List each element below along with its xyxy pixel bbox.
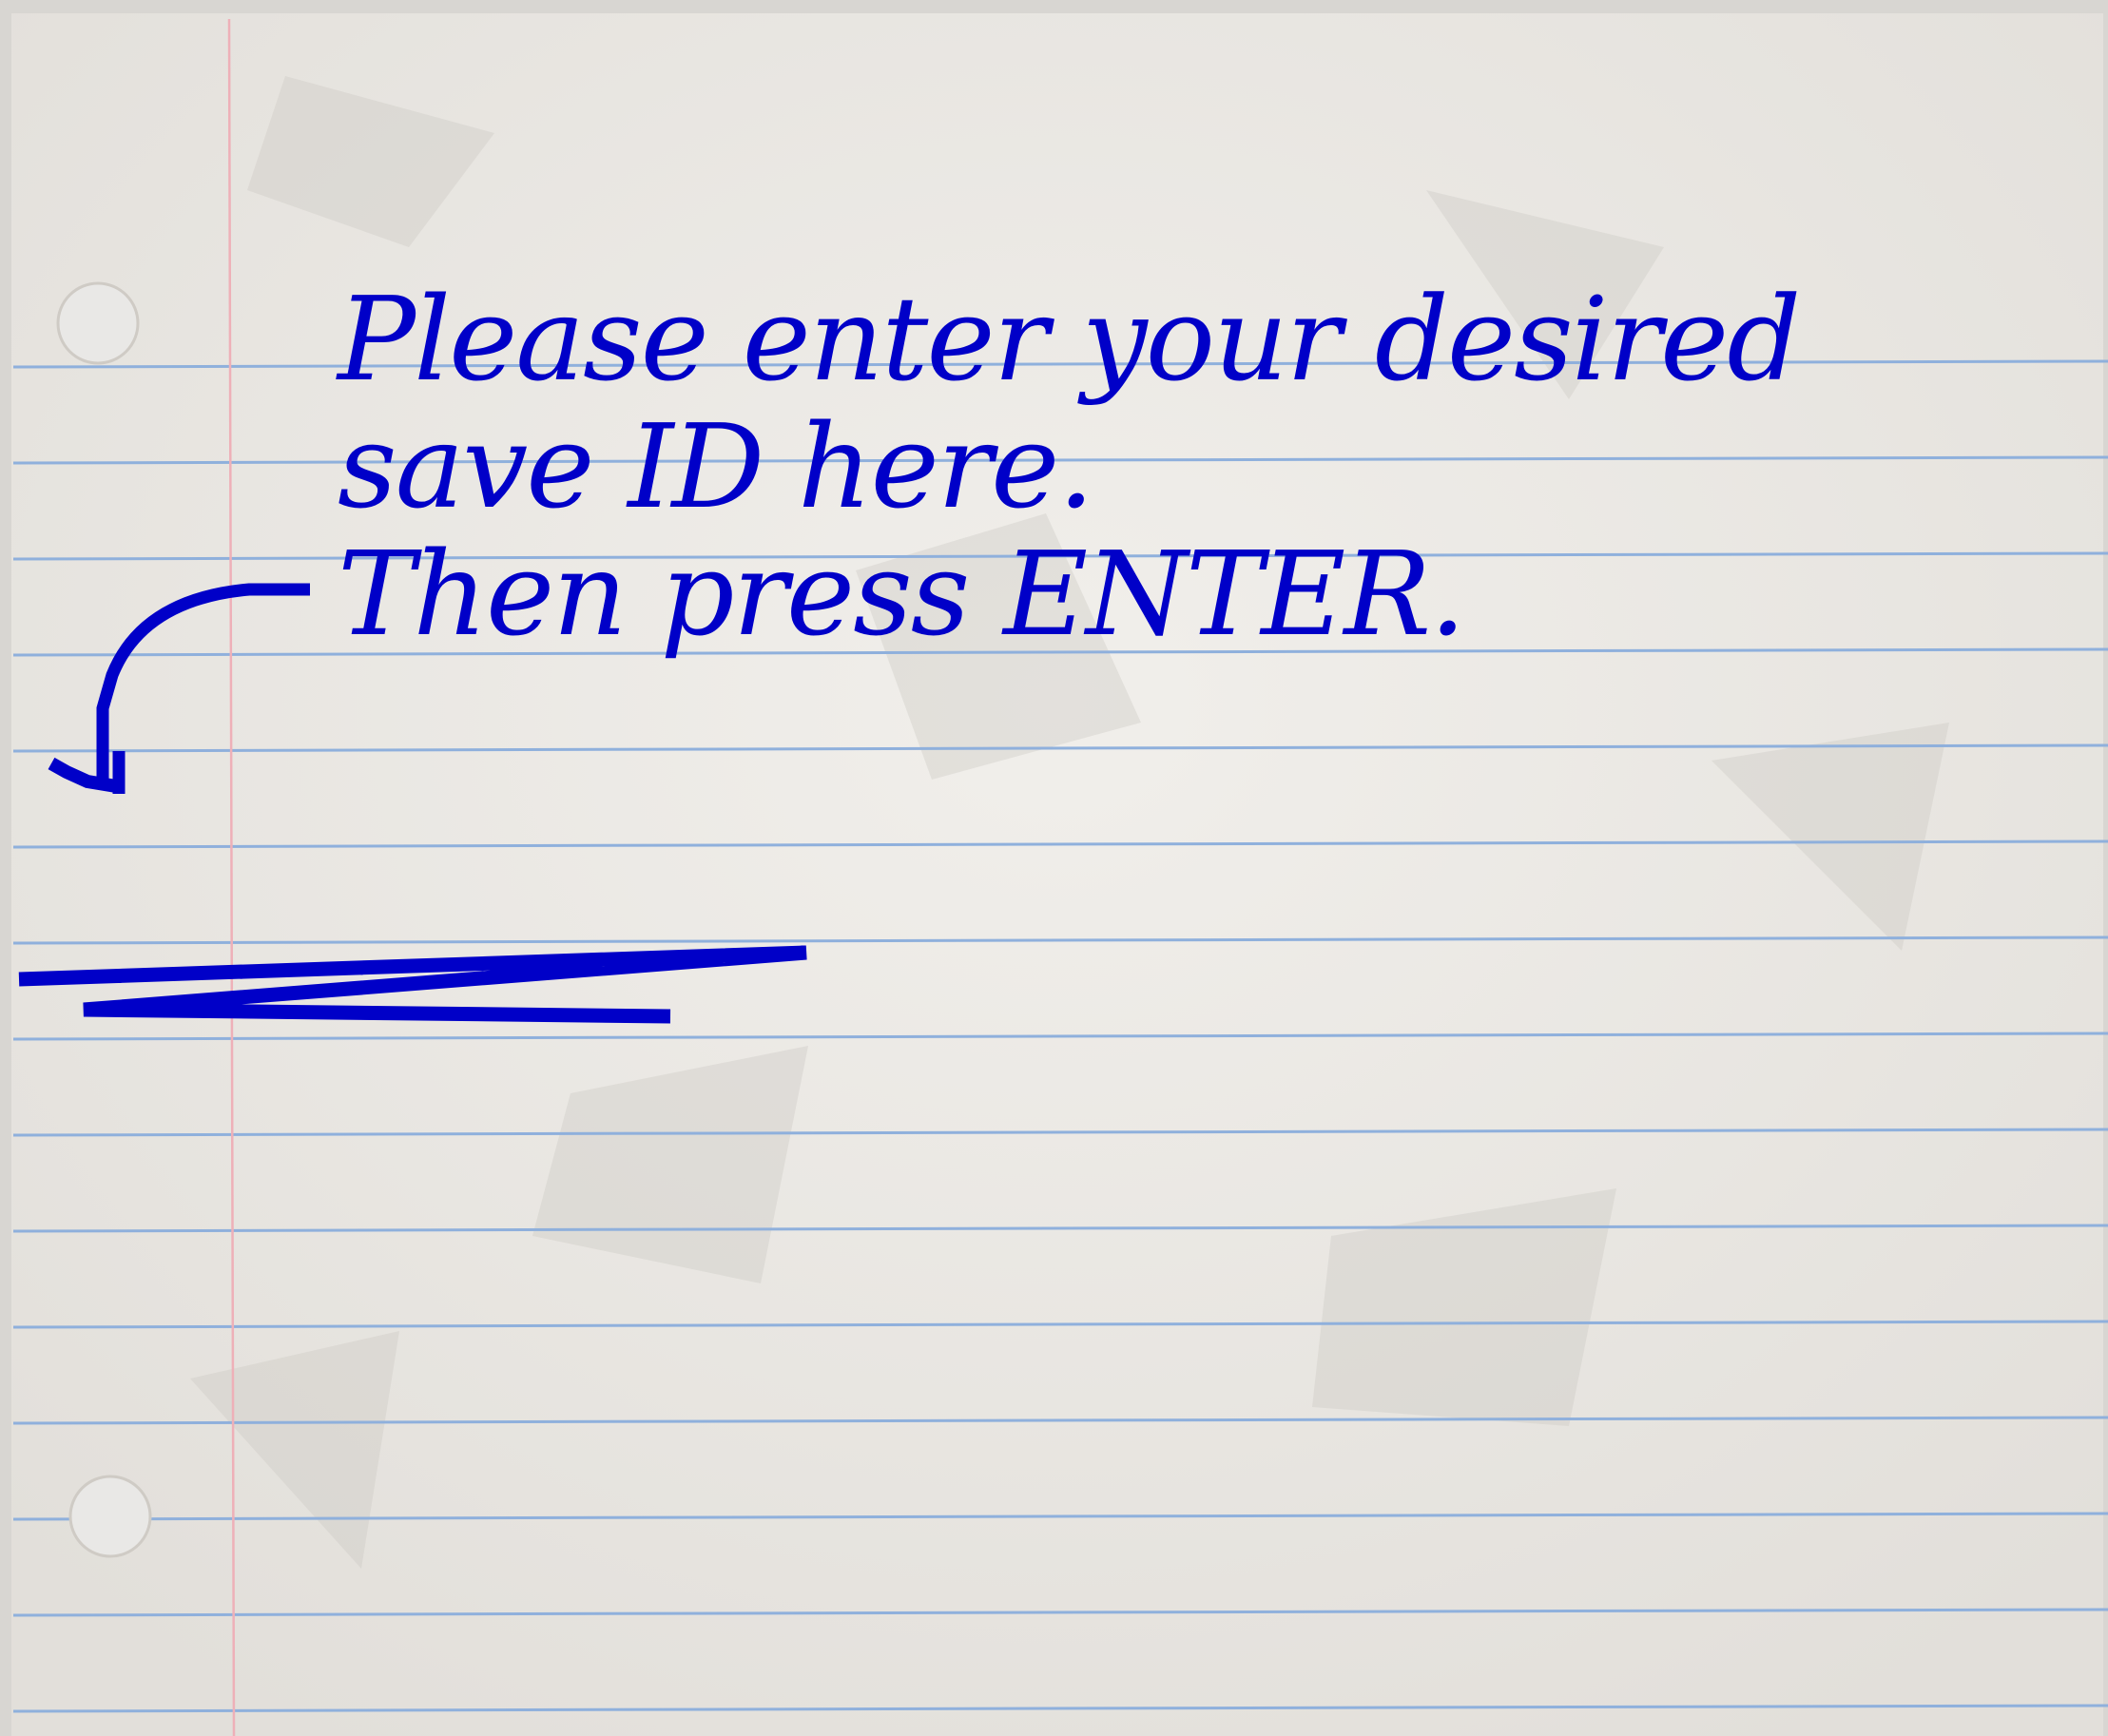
instruction-text: Please enter your desired save ID here. … (338, 272, 1801, 662)
instruction-line-3: Then press ENTER. (338, 527, 1466, 662)
instruction-line-2: save ID here. (338, 399, 1094, 534)
notebook-paper-screen: Please enter your desired save ID here. … (0, 0, 2108, 1736)
binder-hole-top (56, 281, 140, 365)
save-id-input[interactable] (247, 837, 1772, 934)
binder-hole-bottom (68, 1475, 152, 1558)
instruction-line-1: Please enter your desired (338, 272, 1801, 407)
